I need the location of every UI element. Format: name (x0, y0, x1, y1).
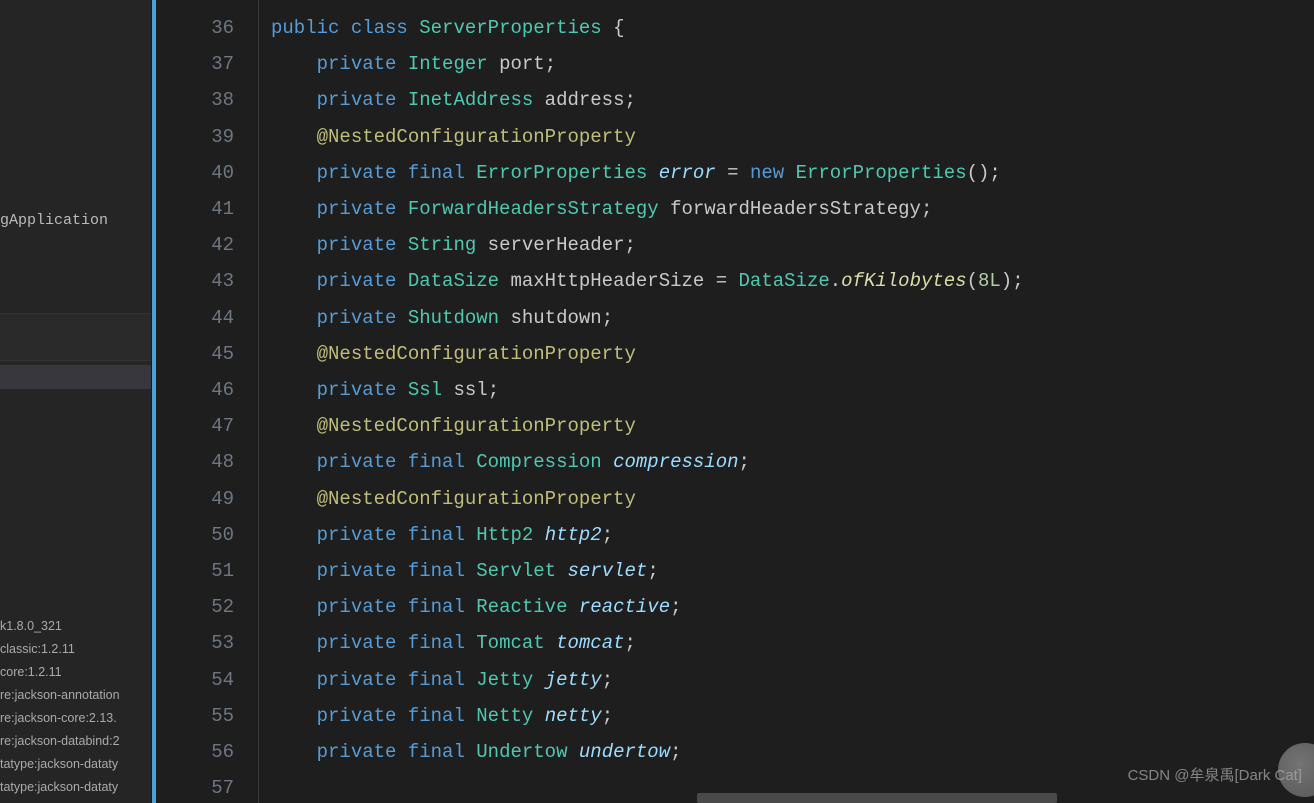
line-number: 52 (156, 589, 234, 625)
code-line[interactable]: private String serverHeader; (271, 227, 1314, 263)
line-number: 40 (156, 155, 234, 191)
code-line[interactable]: private Ssl ssl; (271, 372, 1314, 408)
sidebar-lib-item[interactable]: re:jackson-databind:2 (0, 730, 151, 753)
line-number: 41 (156, 191, 234, 227)
code-line[interactable]: private ForwardHeadersStrategy forwardHe… (271, 191, 1314, 227)
code-line[interactable]: @NestedConfigurationProperty (271, 481, 1314, 517)
code-line[interactable]: private final ErrorProperties error = ne… (271, 155, 1314, 191)
line-number: 49 (156, 481, 234, 517)
sidebar-lib-item[interactable]: classic:1.2.11 (0, 638, 151, 661)
sidebar-libs: k1.8.0_321 classic:1.2.11 core:1.2.11 re… (0, 615, 151, 803)
line-number: 57 (156, 770, 234, 803)
code-line[interactable]: private Integer port; (271, 46, 1314, 82)
code-line[interactable]: private final Compression compression; (271, 444, 1314, 480)
sidebar-lib-item[interactable]: core:1.2.11 (0, 661, 151, 684)
line-number: 43 (156, 263, 234, 299)
line-number-gutter: 3637383940414243444546474849505152535455… (156, 0, 258, 803)
code-area[interactable]: public class ServerProperties { private … (259, 0, 1314, 803)
code-line[interactable]: @NestedConfigurationProperty (271, 336, 1314, 372)
sidebar-section-b[interactable] (0, 365, 151, 389)
line-number: 42 (156, 227, 234, 263)
line-number: 44 (156, 300, 234, 336)
line-number: 53 (156, 625, 234, 661)
code-line[interactable]: private final Servlet servlet; (271, 553, 1314, 589)
sidebar-lib-item[interactable]: re:jackson-annotation (0, 684, 151, 707)
sidebar-spacer (0, 0, 151, 208)
horizontal-scroll-thumb[interactable] (697, 793, 1057, 803)
sidebar-lib-item[interactable]: tatype:jackson-dataty (0, 776, 151, 799)
sidebar-lib-item[interactable]: k1.8.0_321 (0, 615, 151, 638)
line-number: 50 (156, 517, 234, 553)
editor: 3637383940414243444546474849505152535455… (152, 0, 1314, 803)
code-line[interactable]: private final Reactive reactive; (271, 589, 1314, 625)
line-number: 46 (156, 372, 234, 408)
line-number: 48 (156, 444, 234, 480)
code-line[interactable]: public class ServerProperties { (271, 10, 1314, 46)
line-number: 37 (156, 46, 234, 82)
code-line[interactable]: @NestedConfigurationProperty (271, 408, 1314, 444)
code-line[interactable]: private DataSize maxHttpHeaderSize = Dat… (271, 263, 1314, 299)
app-root: gApplication k1.8.0_321 classic:1.2.11 c… (0, 0, 1314, 803)
code-line[interactable]: private InetAddress address; (271, 82, 1314, 118)
line-number: 45 (156, 336, 234, 372)
line-number: 56 (156, 734, 234, 770)
line-number: 47 (156, 408, 234, 444)
sidebar-file-entry[interactable]: gApplication (0, 208, 151, 233)
code-line[interactable]: private final Jetty jetty; (271, 662, 1314, 698)
line-number: 38 (156, 82, 234, 118)
line-number: 54 (156, 662, 234, 698)
code-line[interactable]: private final Http2 http2; (271, 517, 1314, 553)
line-number: 51 (156, 553, 234, 589)
code-line[interactable]: private final Tomcat tomcat; (271, 625, 1314, 661)
line-number: 55 (156, 698, 234, 734)
code-line[interactable]: private final Netty netty; (271, 698, 1314, 734)
line-number: 39 (156, 119, 234, 155)
vertical-scroll-track[interactable] (1300, 0, 1314, 803)
sidebar-section-a[interactable] (0, 313, 151, 361)
code-line[interactable]: @NestedConfigurationProperty (271, 119, 1314, 155)
sidebar-spacer-2 (0, 233, 151, 313)
code-line[interactable]: private Shutdown shutdown; (271, 300, 1314, 336)
sidebar-lib-item[interactable]: re:jackson-core:2.13. (0, 707, 151, 730)
sidebar: gApplication k1.8.0_321 classic:1.2.11 c… (0, 0, 152, 803)
sidebar-lib-item[interactable]: tatype:jackson-dataty (0, 753, 151, 776)
horizontal-scroll-track[interactable] (417, 789, 1300, 803)
code-line[interactable]: private final Undertow undertow; (271, 734, 1314, 770)
line-number: 36 (156, 10, 234, 46)
